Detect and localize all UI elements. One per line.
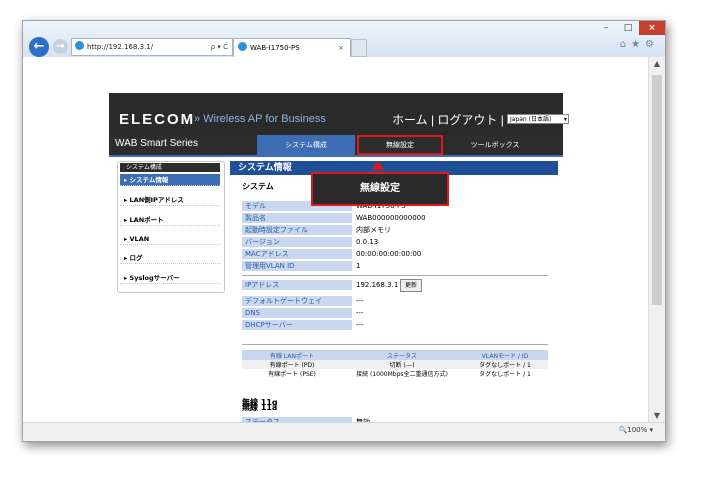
product-tagline: » Wireless AP for Business: [194, 113, 326, 125]
minimize-button[interactable]: –: [595, 21, 617, 35]
address-url: http://192.168.3.1/: [87, 43, 154, 51]
scroll-down-icon[interactable]: ▼: [649, 411, 665, 420]
sidebar-item-syslog[interactable]: ▸ Syslogサーバー: [120, 272, 220, 284]
elecom-logo: ELECOM: [119, 111, 196, 128]
sidebar-item-vlan[interactable]: ▸ VLAN: [120, 233, 220, 245]
page-viewport: ELECOM » Wireless AP for Business ホーム | …: [23, 57, 649, 428]
main-menu-bar: WAB Smart Series システム構成 無線設定 ツールボックス: [109, 135, 563, 155]
chevron-down-icon: ▾: [563, 116, 567, 123]
sidebar-item-lan-ip[interactable]: ▸ LAN側IPアドレス: [120, 194, 220, 206]
table-row: 有線ポート (PSE) 接続 (1000Mbps全二重通信方式) タグなしポート…: [242, 369, 548, 378]
forward-button[interactable]: →: [53, 39, 68, 54]
port-table-header: ステータス: [342, 350, 462, 360]
callout-arrow: [372, 161, 384, 170]
browser-titlebar: ← → http://192.168.3.1/ ρ ▾ Ć WAB-I1750-…: [23, 21, 665, 58]
address-tools[interactable]: ρ ▾ Ć: [211, 39, 228, 55]
ie-icon: [238, 42, 247, 51]
menu-system-config[interactable]: システム構成: [257, 135, 355, 155]
tab-title: WAB-I1750-PS: [250, 44, 300, 52]
divider: [242, 344, 548, 345]
port-cell: 有線ポート (PSE): [268, 371, 316, 378]
info-value: ---: [356, 321, 364, 329]
info-key: IPアドレス: [242, 280, 352, 291]
series-name: WAB Smart Series: [115, 138, 198, 149]
info-row: デフォルトゲートウェイ ---: [242, 296, 548, 307]
info-row: 起動時設定ファイル 内部メモリ: [242, 225, 548, 236]
info-key: MACアドレス: [242, 249, 352, 260]
menu-wireless-settings[interactable]: 無線設定: [357, 135, 443, 155]
address-bar[interactable]: http://192.168.3.1/ ρ ▾ Ć: [71, 38, 233, 56]
info-value: 0.0.13: [356, 238, 379, 246]
sidebar-item-system-info[interactable]: ▸ システム情報: [120, 174, 220, 186]
info-key: DHCPサーバー: [242, 320, 352, 331]
port-table-header: VLANモード / ID: [462, 350, 548, 360]
back-button[interactable]: ←: [29, 37, 49, 57]
language-value: Japan (日本語): [510, 116, 552, 123]
menu-underline: [109, 155, 563, 157]
new-tab-button[interactable]: [351, 39, 367, 57]
info-value: WAB000000000000: [356, 214, 426, 222]
status-bar: 🔍100% ▾: [23, 422, 665, 441]
info-row: 製品名 WAB000000000000: [242, 213, 548, 224]
wireless-11a-heading: 無線 11a: [242, 403, 278, 412]
info-row: MACアドレス 00:00:00:00:00:00: [242, 249, 548, 260]
port-cell: 接続 (1000Mbps全二重通信方式): [356, 371, 448, 378]
browser-window: ← → http://192.168.3.1/ ρ ▾ Ć WAB-I1750-…: [22, 20, 666, 442]
port-cell: 切断 (---): [342, 360, 462, 369]
info-value: 192.168.3.1: [356, 281, 399, 289]
port-cell: 有線ポート (PD): [242, 360, 342, 369]
table-row: 有線ポート (PD) 切断 (---) タグなしポート / 1: [242, 360, 548, 369]
wireless-settings-callout: 無線設定: [311, 172, 449, 206]
info-key: 管理用VLAN ID: [242, 261, 352, 272]
port-table: 有線 LANポート ステータス VLANモード / ID 有線ポート (PD) …: [242, 350, 548, 378]
sidebar-item-log[interactable]: ▸ ログ: [120, 252, 220, 264]
port-table-header: 有線 LANポート: [242, 350, 342, 360]
info-key: 製品名: [242, 213, 352, 224]
home-favorites-tools-icons[interactable]: ⌂★⚙: [620, 39, 659, 50]
info-value: 1: [356, 262, 361, 270]
zoom-control[interactable]: 🔍100% ▾: [619, 426, 653, 434]
info-row: DNS ---: [242, 308, 548, 319]
info-key: バージョン: [242, 237, 352, 248]
update-button[interactable]: 更新: [400, 279, 423, 292]
sidebar-item-lan-port[interactable]: ▸ LANポート: [120, 214, 220, 226]
info-row: バージョン 0.0.13: [242, 237, 548, 248]
scroll-up-icon[interactable]: ▲: [649, 59, 665, 68]
menu-toolbox[interactable]: ツールボックス: [445, 135, 545, 155]
sidebar: システム構成 ▸ システム情報 ▸ LAN側IPアドレス ▸ LANポート ▸ …: [117, 161, 225, 293]
header-banner: ELECOM » Wireless AP for Business ホーム | …: [109, 93, 569, 135]
system-heading: システム: [242, 182, 274, 191]
info-key: DNS: [242, 308, 352, 319]
info-value: ---: [356, 309, 364, 317]
header-links[interactable]: ホーム | ログアウト |: [392, 111, 504, 128]
close-window-button[interactable]: ×: [639, 21, 665, 35]
port-cell: タグなしポート / 1: [462, 360, 548, 369]
info-row: 管理用VLAN ID 1: [242, 261, 548, 272]
ie-icon: [75, 41, 84, 50]
vertical-scrollbar[interactable]: ▲ ▼: [648, 57, 665, 422]
port-cell: タグなしポート / 1: [479, 371, 531, 378]
language-select[interactable]: Japan (日本語) ▾: [507, 114, 569, 124]
browser-tab[interactable]: WAB-I1750-PS ×: [233, 38, 351, 57]
info-value: 00:00:00:00:00:00: [356, 250, 422, 258]
sidebar-heading: システム構成: [120, 163, 220, 172]
scroll-thumb[interactable]: [652, 75, 662, 305]
info-row: DHCPサーバー ---: [242, 320, 548, 331]
divider: [242, 275, 548, 276]
info-key: 起動時設定ファイル: [242, 225, 352, 236]
tab-close-icon[interactable]: ×: [338, 39, 344, 57]
info-row: IPアドレス 192.168.3.1 更新: [242, 279, 548, 292]
info-value: ---: [356, 297, 364, 305]
maximize-button[interactable]: □: [617, 21, 639, 35]
info-value: 内部メモリ: [356, 226, 391, 234]
info-key: デフォルトゲートウェイ: [242, 296, 352, 307]
